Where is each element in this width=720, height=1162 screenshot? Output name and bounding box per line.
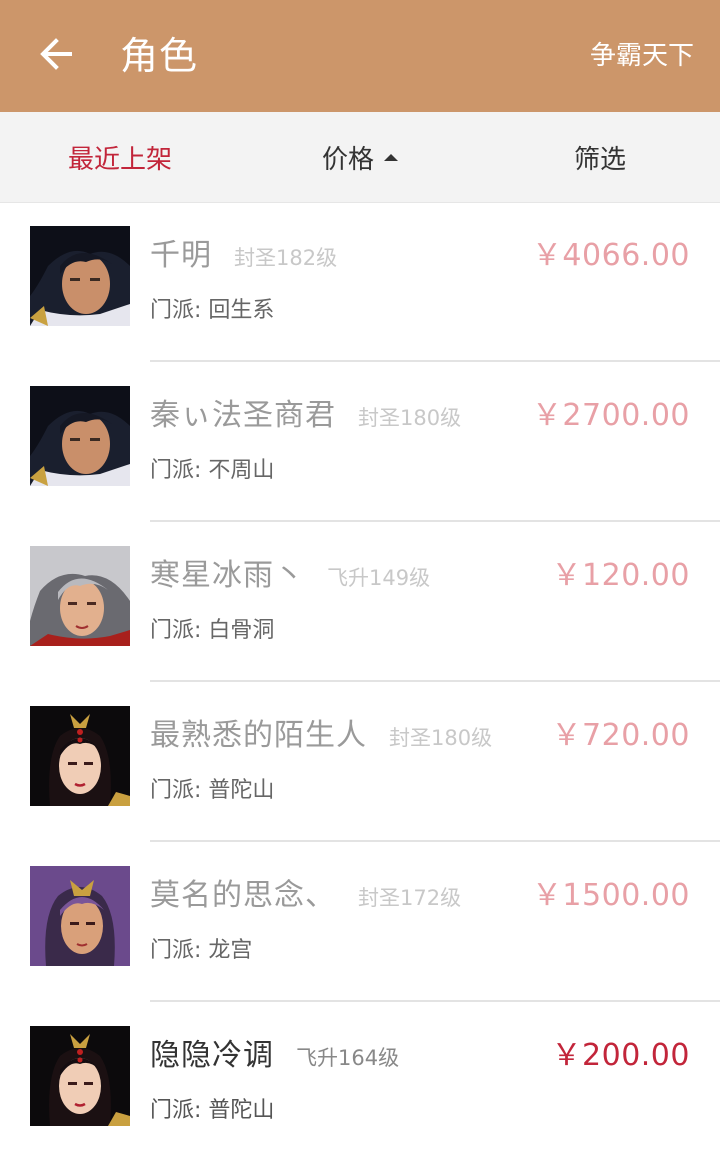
price: ￥720.00 xyxy=(551,718,690,753)
character-name: 秦ぃ法圣商君 xyxy=(150,398,336,433)
faction: 门派: 白骨洞 xyxy=(150,618,275,643)
price: ￥2700.00 xyxy=(531,398,690,433)
list-item[interactable]: 千明 封圣182级 ￥4066.00 门派: 回生系 xyxy=(0,202,720,362)
sort-ascending-icon xyxy=(384,153,398,161)
avatar xyxy=(30,1026,130,1126)
list-item[interactable]: 莫名的思念、 封圣172级 ￥1500.00 门派: 龙宫 xyxy=(0,842,720,1002)
character-level: 封圣182级 xyxy=(234,246,338,270)
name-line: 隐隐冷调 飞升164级 xyxy=(150,1030,399,1074)
name-line: 千明 封圣182级 xyxy=(150,230,337,274)
faction: 门派: 龙宫 xyxy=(150,938,253,963)
faction: 门派: 回生系 xyxy=(150,298,275,323)
price: ￥4066.00 xyxy=(531,238,690,273)
name-line: 莫名的思念、 封圣172级 xyxy=(150,870,461,914)
character-name: 千明 xyxy=(150,238,212,273)
list-item[interactable]: 秦ぃ法圣商君 封圣180级 ￥2700.00 门派: 不周山 xyxy=(0,362,720,522)
sort-bar: 最近上架 价格 筛选 xyxy=(0,112,720,203)
tab-recent-label: 最近上架 xyxy=(67,144,172,175)
listing-list: 千明 封圣182级 ￥4066.00 门派: 回生系 秦ぃ法圣商君 封圣180级… xyxy=(0,202,720,1162)
character-level: 封圣180级 xyxy=(389,726,493,750)
name-line: 最熟悉的陌生人 封圣180级 xyxy=(150,710,492,754)
faction: 门派: 不周山 xyxy=(150,458,275,483)
tab-recent[interactable]: 最近上架 xyxy=(0,112,240,202)
character-level: 封圣172级 xyxy=(358,886,462,910)
server-name[interactable]: 争霸天下 xyxy=(590,34,694,78)
character-level: 飞升149级 xyxy=(327,566,431,590)
name-line: 秦ぃ法圣商君 封圣180级 xyxy=(150,390,461,434)
avatar xyxy=(30,386,130,486)
avatar xyxy=(30,866,130,966)
list-item[interactable]: 隐隐冷调 飞升164级 ￥200.00 门派: 普陀山 xyxy=(0,1002,720,1162)
character-level: 飞升164级 xyxy=(296,1046,400,1070)
price: ￥200.00 xyxy=(551,1038,690,1073)
tab-price[interactable]: 价格 xyxy=(240,112,480,202)
avatar xyxy=(30,706,130,806)
back-button[interactable] xyxy=(30,30,82,82)
avatar xyxy=(30,226,130,326)
list-item[interactable]: 最熟悉的陌生人 封圣180级 ￥720.00 门派: 普陀山 xyxy=(0,682,720,842)
name-line: 寒星冰雨丶 飞升149级 xyxy=(150,550,430,594)
app-bar: 角色 争霸天下 xyxy=(0,0,720,112)
character-name: 寒星冰雨丶 xyxy=(150,558,305,593)
tab-filter-label: 筛选 xyxy=(573,144,626,175)
character-name: 隐隐冷调 xyxy=(150,1038,274,1073)
page-title: 角色 xyxy=(120,34,199,78)
price: ￥1500.00 xyxy=(531,878,690,913)
faction: 门派: 普陀山 xyxy=(150,1098,275,1123)
character-level: 封圣180级 xyxy=(358,406,462,430)
character-name: 莫名的思念、 xyxy=(150,878,336,913)
character-name: 最熟悉的陌生人 xyxy=(150,718,367,753)
faction: 门派: 普陀山 xyxy=(150,778,275,803)
arrow-left-icon xyxy=(36,34,76,78)
list-item[interactable]: 寒星冰雨丶 飞升149级 ￥120.00 门派: 白骨洞 xyxy=(0,522,720,682)
avatar xyxy=(30,546,130,646)
tab-filter[interactable]: 筛选 xyxy=(480,112,720,202)
price: ￥120.00 xyxy=(551,558,690,593)
tab-price-label: 价格 xyxy=(321,144,374,175)
